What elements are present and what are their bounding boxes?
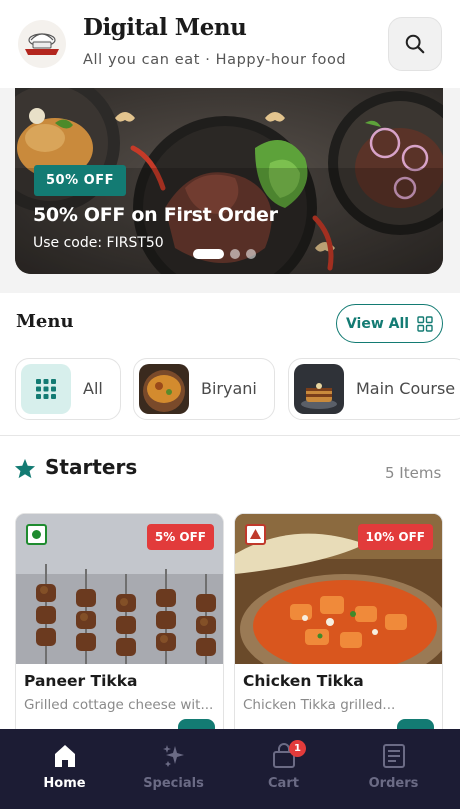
item-name: Paneer Tikka <box>24 672 138 690</box>
banner-promo-code: Use code: FIRST50 <box>33 235 164 251</box>
starters-section-title: Starters <box>45 455 138 479</box>
main-course-thumbnail <box>294 364 344 414</box>
view-all-button[interactable]: View All <box>336 304 443 343</box>
pagination-dot-2[interactable] <box>230 249 240 259</box>
nav-specials[interactable]: Specials <box>116 729 231 809</box>
veg-indicator-icon <box>26 524 47 545</box>
category-label: All <box>83 379 103 398</box>
item-description: Chicken Tikka grilled... <box>243 697 396 713</box>
restaurant-logo <box>18 20 66 68</box>
discount-badge: 5% OFF <box>146 524 214 550</box>
category-list: All Biryani Main Course <box>15 358 460 420</box>
sparkles-icon <box>163 745 184 767</box>
biryani-thumbnail <box>139 364 189 414</box>
nav-home-label: Home <box>43 776 86 791</box>
grid-icon <box>21 364 71 414</box>
bottom-navigation: Home Specials 1 Cart Orders <box>0 729 460 809</box>
pagination-dot-1[interactable] <box>193 249 224 259</box>
section-divider <box>0 435 460 436</box>
banner-discount-badge: 50% OFF <box>34 165 126 196</box>
category-biryani[interactable]: Biryani <box>133 358 275 420</box>
banner-title: 50% OFF on First Order <box>33 204 278 226</box>
nav-specials-label: Specials <box>143 776 204 791</box>
category-all[interactable]: All <box>15 358 121 420</box>
star-icon <box>14 458 36 479</box>
app-header: Digital Menu All you can eat · Happy-hou… <box>0 0 460 88</box>
non-veg-indicator-icon <box>245 524 266 545</box>
nav-cart-label: Cart <box>268 776 299 791</box>
menu-section-title: Menu <box>16 311 74 332</box>
item-description: Grilled cottage cheese wit... <box>24 697 214 713</box>
item-name: Chicken Tikka <box>243 672 364 690</box>
menu-item-card[interactable]: 5% OFF Paneer Tikka Grilled cottage chee… <box>15 513 224 753</box>
view-all-label: View All <box>345 315 410 332</box>
nav-cart[interactable]: 1 Cart <box>226 729 341 809</box>
search-button[interactable] <box>388 17 442 71</box>
cart-count-badge: 1 <box>289 740 306 757</box>
app-subtitle: All you can eat · Happy-hour food <box>83 52 347 68</box>
category-label: Biryani <box>201 379 257 398</box>
discount-badge: 10% OFF <box>357 524 433 550</box>
items-count: 5 Items <box>385 464 442 482</box>
nav-orders[interactable]: Orders <box>336 729 451 809</box>
category-main-course[interactable]: Main Course <box>288 358 460 420</box>
banner-pagination <box>193 249 256 259</box>
search-icon <box>405 34 425 54</box>
receipt-icon <box>383 744 405 768</box>
nav-home[interactable]: Home <box>7 729 122 809</box>
menu-item-card[interactable]: 10% OFF Chicken Tikka Chicken Tikka gril… <box>234 513 443 753</box>
category-label: Main Course <box>356 379 456 398</box>
home-icon <box>55 745 75 767</box>
pagination-dot-3[interactable] <box>246 249 256 259</box>
nav-orders-label: Orders <box>368 776 419 791</box>
app-title: Digital Menu <box>83 14 247 41</box>
grid-icon <box>417 315 433 332</box>
